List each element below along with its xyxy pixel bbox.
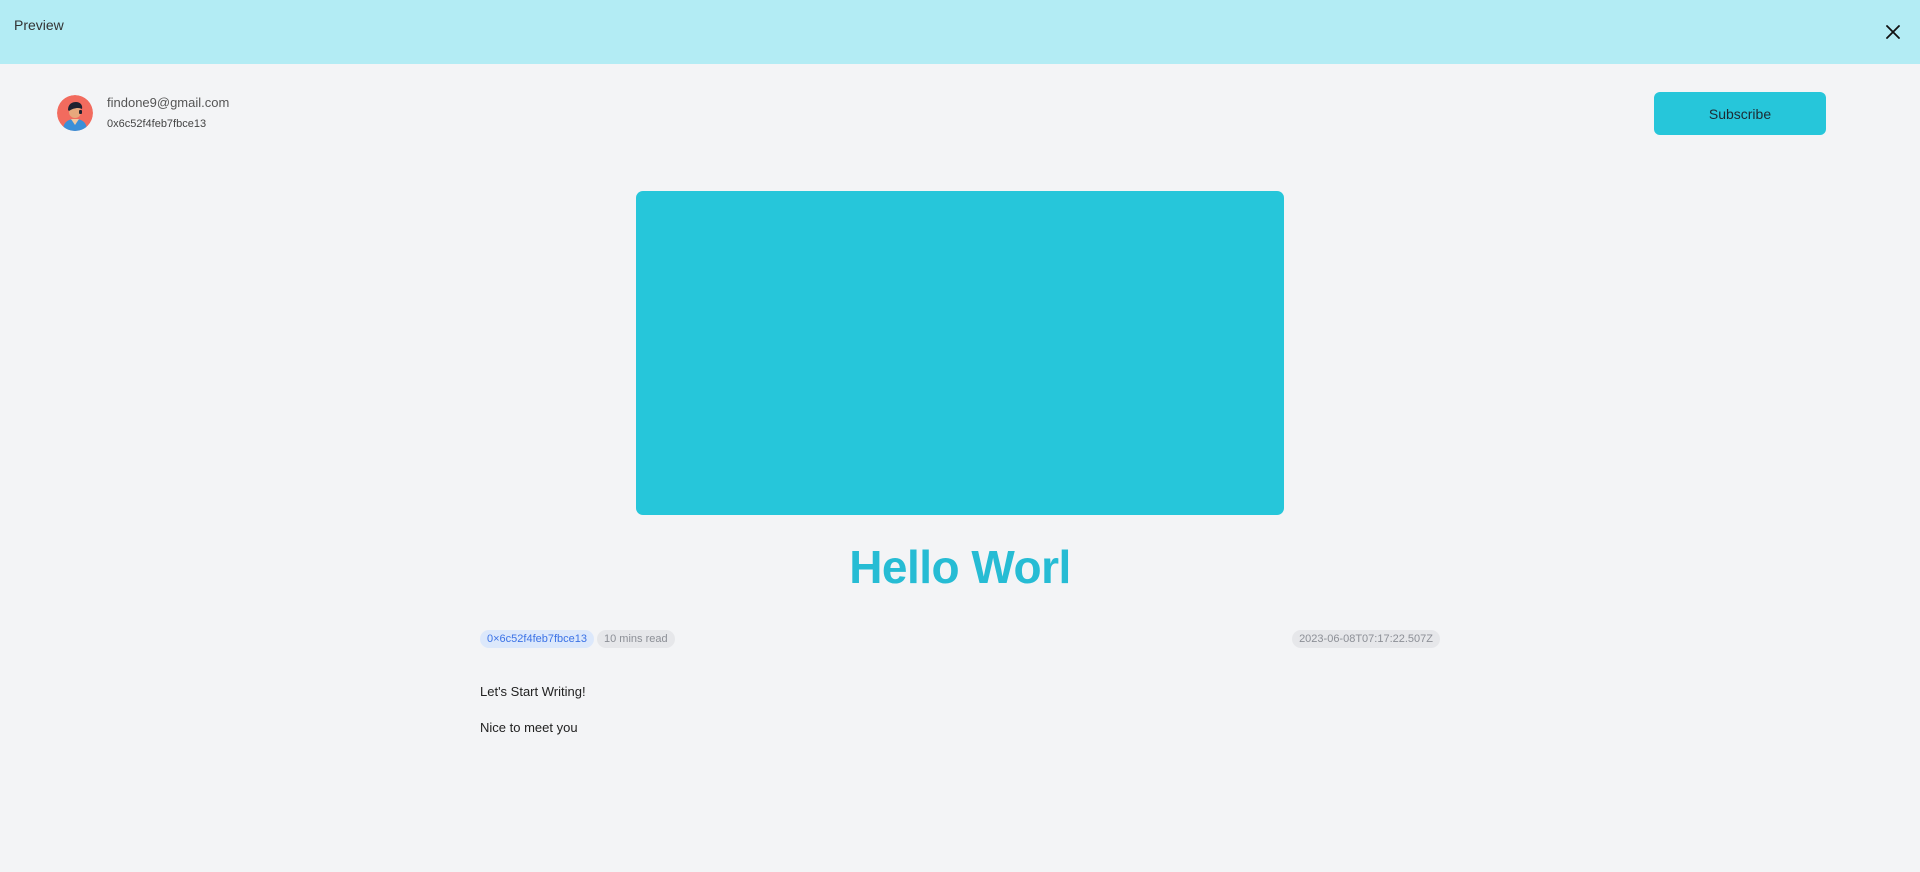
avatar[interactable] <box>57 95 93 131</box>
read-time-badge: 10 mins read <box>597 630 675 648</box>
cover-image <box>636 191 1284 515</box>
preview-header-bar: Preview <box>0 0 1920 64</box>
post-date-badge: 2023-06-08T07:17:22.507Z <box>1292 630 1440 648</box>
close-button[interactable] <box>1878 17 1908 47</box>
avatar-icon <box>57 95 93 131</box>
author-block: findone9@gmail.com 0x6c52f4feb7fbce13 <box>57 94 229 132</box>
subscribe-button[interactable]: Subscribe <box>1654 92 1826 135</box>
paragraph: Let's Start Writing! <box>480 684 586 699</box>
author-wallet-address: 0x6c52f4feb7fbce13 <box>107 118 207 130</box>
preview-title: Preview <box>14 17 64 33</box>
post-meta: 0×6c52f4feb7fbce13 10 mins read 2023-06-… <box>480 630 1440 648</box>
post-title: Hello Worl <box>849 541 1071 593</box>
author-email: findone9@gmail.com <box>107 95 230 110</box>
close-icon <box>1886 25 1900 39</box>
author-address-tag[interactable]: 0×6c52f4feb7fbce13 <box>480 630 595 648</box>
post-body: Let's Start Writing! Nice to meet you <box>480 683 1440 755</box>
paragraph: Nice to meet you <box>480 720 578 735</box>
